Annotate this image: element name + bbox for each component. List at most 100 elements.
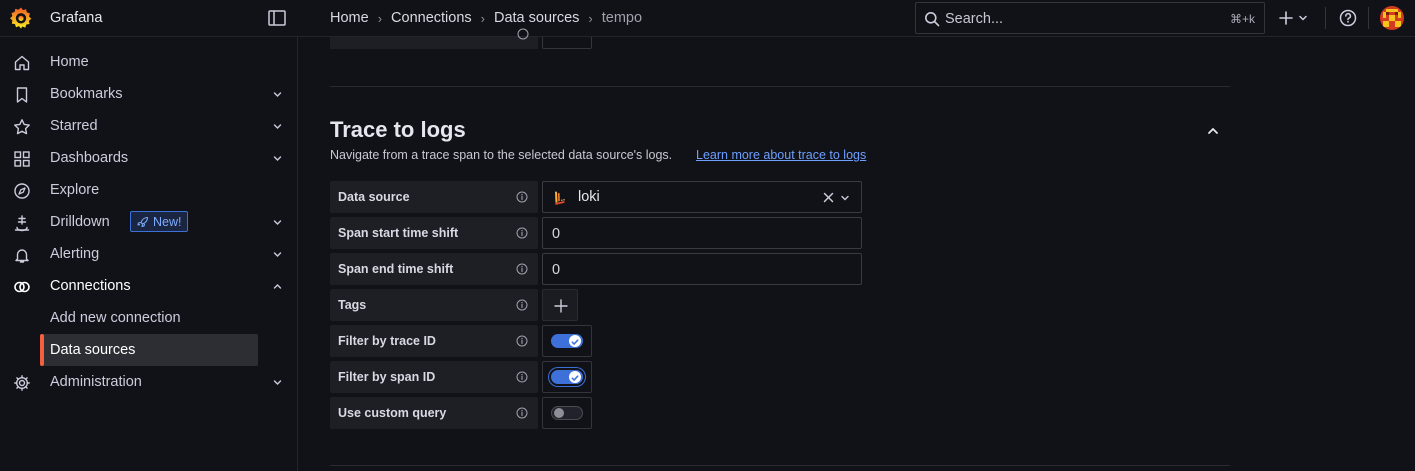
- divider: [1325, 7, 1326, 29]
- breadcrumb-data-sources[interactable]: Data sources: [494, 10, 579, 26]
- chevron-down-icon[interactable]: [272, 89, 283, 100]
- section-divider: [330, 86, 1230, 87]
- info-icon[interactable]: [516, 299, 528, 311]
- field-label-text: Filter by trace ID: [338, 334, 436, 348]
- chevron-down-icon[interactable]: [840, 193, 850, 203]
- sidebar-item-label: Dashboards: [50, 150, 129, 166]
- sidebar-item-label: Drilldown: [50, 214, 110, 230]
- toggle-knob: [554, 408, 564, 418]
- chevron-up-icon[interactable]: [1206, 124, 1220, 138]
- field-label-text: Use custom query: [338, 406, 447, 420]
- filter-span-toggle-box: [542, 361, 592, 393]
- search-icon: [925, 12, 940, 27]
- new-menu-button[interactable]: [1278, 8, 1312, 28]
- app-title[interactable]: Grafana: [50, 10, 102, 26]
- sidebar-item-starred[interactable]: Starred: [0, 110, 298, 142]
- info-icon[interactable]: [516, 191, 528, 203]
- toggle-knob: [569, 335, 581, 347]
- avatar[interactable]: [1380, 6, 1404, 30]
- section-description: Navigate from a trace span to the select…: [330, 148, 673, 162]
- sidebar-item-data-sources[interactable]: Data sources: [40, 334, 258, 366]
- chevron-down-icon[interactable]: [272, 153, 283, 164]
- section-title: Trace to logs: [330, 117, 466, 142]
- learn-more-link[interactable]: Learn more about trace to logs: [696, 148, 866, 162]
- field-label-text: Tags: [338, 298, 367, 312]
- info-icon[interactable]: [516, 335, 528, 347]
- sidebar-item-label: Explore: [50, 182, 100, 198]
- field-label-span-end: Span end time shift: [330, 253, 538, 285]
- span-start-shift-input[interactable]: 0: [542, 217, 862, 249]
- plus-icon: [1279, 11, 1293, 25]
- field-label-tags: Tags: [330, 289, 538, 321]
- sidebar-item-connections[interactable]: Connections: [0, 270, 298, 302]
- sidebar-item-explore[interactable]: Explore: [0, 174, 298, 206]
- sidebar-item-add-new-connection[interactable]: Add new connection: [40, 302, 258, 334]
- filter-trace-toggle[interactable]: [551, 334, 583, 348]
- divider: [1368, 7, 1369, 29]
- bookmark-icon: [16, 87, 28, 103]
- data-source-select[interactable]: loki: [542, 181, 862, 213]
- input-value: 0: [552, 262, 561, 278]
- rocket-icon: [137, 216, 149, 227]
- close-icon[interactable]: [823, 192, 834, 203]
- sidebar-item-dashboards[interactable]: Dashboards: [0, 142, 298, 174]
- field-label-filter-trace: Filter by trace ID: [330, 325, 538, 357]
- check-icon: [571, 339, 579, 346]
- span-end-shift-input[interactable]: 0: [542, 253, 862, 285]
- info-icon[interactable]: [517, 28, 529, 40]
- sidebar-item-label: Alerting: [50, 246, 100, 262]
- breadcrumb-separator: ›: [588, 10, 593, 26]
- new-badge: New!: [130, 211, 189, 232]
- sidebar-item-label: Starred: [50, 118, 98, 134]
- data-source-value: loki: [578, 189, 600, 205]
- field-label-text: Data source: [338, 190, 410, 204]
- sidebar: Home Bookmarks Starred Dashboards Explor…: [0, 37, 298, 471]
- sidebar-item-bookmarks[interactable]: Bookmarks: [0, 78, 298, 110]
- connections-icon: [14, 281, 30, 293]
- top-bar: Grafana Home › Connections › Data source…: [0, 0, 1415, 37]
- sidebar-item-drilldown[interactable]: Drilldown New!: [0, 206, 298, 238]
- add-tag-button[interactable]: [542, 289, 578, 321]
- sidebar-item-label: Administration: [50, 374, 142, 390]
- toggle-knob: [569, 371, 581, 383]
- sidebar-item-label: Add new connection: [50, 310, 181, 326]
- sidebar-item-label: Home: [50, 54, 89, 70]
- sidebar-item-label: Bookmarks: [50, 86, 123, 102]
- chevron-down-icon[interactable]: [272, 121, 283, 132]
- field-label-data-source: Data source: [330, 181, 538, 213]
- field-label-text: Span end time shift: [338, 262, 454, 276]
- chevron-down-icon[interactable]: [272, 249, 283, 260]
- sidebar-item-home[interactable]: Home: [0, 46, 298, 78]
- field-label-text: Span start time shift: [338, 226, 459, 240]
- home-icon: [14, 55, 30, 71]
- explore-icon: [14, 183, 30, 199]
- breadcrumb-connections[interactable]: Connections: [391, 10, 472, 26]
- info-icon[interactable]: [516, 371, 528, 383]
- chevron-down-icon[interactable]: [272, 377, 283, 388]
- chevron-down-icon[interactable]: [272, 217, 283, 228]
- info-icon[interactable]: [516, 227, 528, 239]
- sidebar-item-administration[interactable]: Administration: [0, 366, 298, 398]
- info-icon[interactable]: [516, 407, 528, 419]
- help-icon[interactable]: [1339, 9, 1357, 27]
- grafana-logo[interactable]: [9, 6, 33, 30]
- drilldown-icon: [14, 215, 30, 232]
- previous-toggle[interactable]: [542, 37, 592, 49]
- plus-icon: [554, 299, 568, 313]
- section-divider: [330, 465, 1230, 466]
- gear-icon: [14, 375, 30, 391]
- field-label-text: Filter by span ID: [338, 370, 436, 384]
- dock-icon[interactable]: [268, 10, 286, 26]
- field-label-filter-span: Filter by span ID: [330, 361, 538, 393]
- sidebar-item-alerting[interactable]: Alerting: [0, 238, 298, 270]
- filter-span-toggle[interactable]: [549, 368, 585, 386]
- loki-icon: [555, 191, 565, 205]
- bell-icon: [15, 249, 29, 263]
- input-value: 0: [552, 226, 561, 242]
- info-icon[interactable]: [516, 263, 528, 275]
- custom-query-toggle[interactable]: [551, 406, 583, 420]
- breadcrumb-home[interactable]: Home: [330, 10, 369, 26]
- chevron-up-icon[interactable]: [272, 281, 283, 292]
- breadcrumb-current: tempo: [601, 10, 643, 26]
- search-input[interactable]: Search... ⌘+k: [915, 2, 1265, 34]
